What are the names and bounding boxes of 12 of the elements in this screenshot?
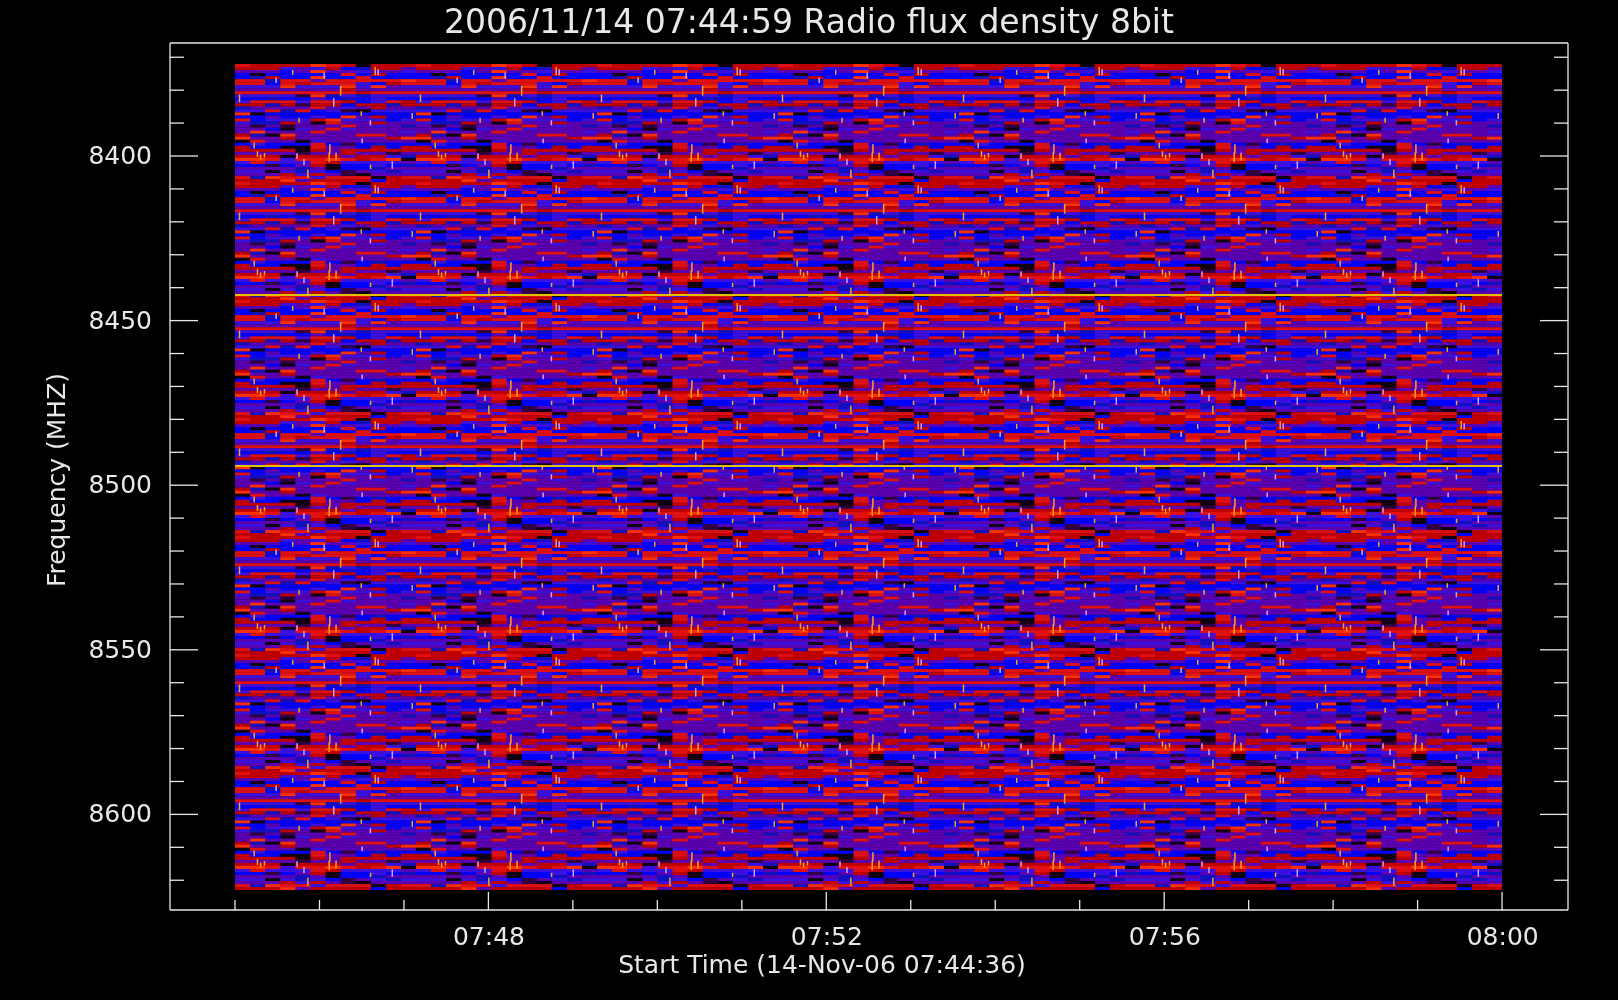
- x-tick-label: 07:48: [451, 922, 526, 952]
- y-tick-label: 8450: [87, 305, 152, 336]
- y-tick-label: 8500: [87, 470, 152, 501]
- y-tick-label: 8550: [87, 634, 152, 665]
- x-tick-label: 07:52: [789, 922, 864, 952]
- x-tick-label: 08:00: [1465, 922, 1540, 952]
- y-tick-label: 8600: [87, 799, 152, 830]
- chart-title: 2006/11/14 07:44:59 Radio flux density 8bit: [444, 2, 1174, 42]
- axis-title: Start Time (14-Nov-06 07:44:36): [618, 950, 1026, 980]
- y-tick-label: 8400: [87, 141, 152, 171]
- axis-title: Frequency (MHZ): [42, 372, 71, 588]
- x-tick-label: 07:56: [1127, 922, 1202, 952]
